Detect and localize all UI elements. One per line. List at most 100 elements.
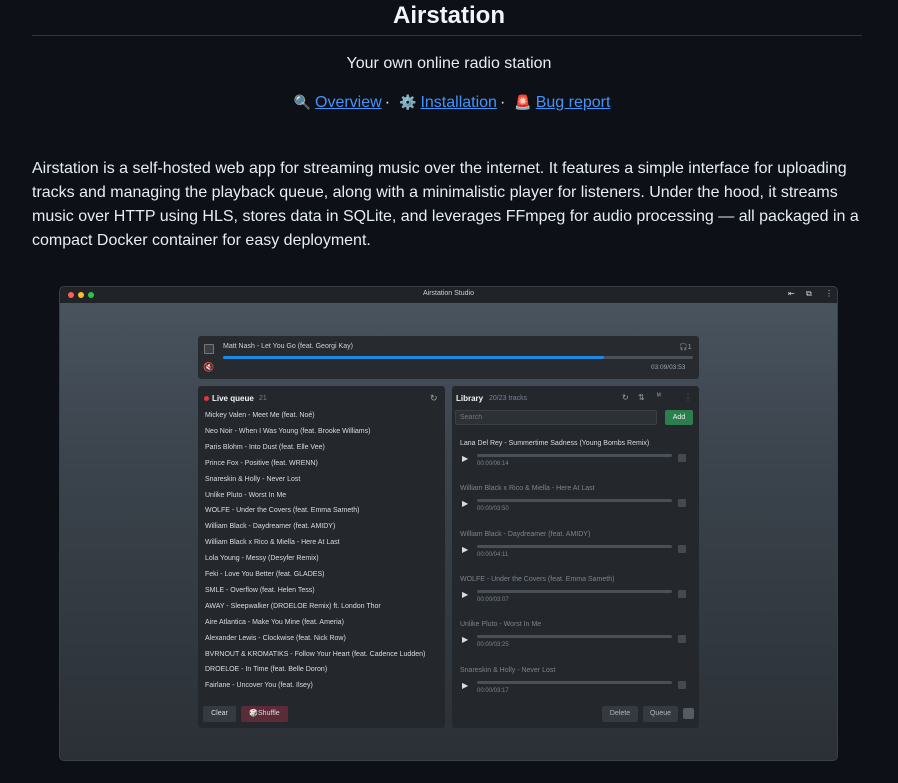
library-track: William Black x Rico & Miella - Here At … (460, 485, 692, 527)
gear-icon: ⚙️ (399, 94, 417, 110)
track-time: 00:00/06:14 (477, 461, 509, 467)
track-title: Snareskin & Holly - Never Lost (460, 666, 556, 674)
shuffle-button[interactable]: 🎲Shuffle (241, 706, 288, 722)
library-count: 20/23 tracks (489, 395, 528, 402)
queue-item[interactable]: Feki - Love You Better (feat. GLADES) (205, 571, 324, 578)
track-checkbox[interactable] (678, 589, 686, 598)
queue-item[interactable]: Lola Young - Messy (Desyfer Remix) (205, 555, 319, 562)
queue-item[interactable]: Snareskin & Holly - Never Lost (205, 476, 300, 483)
window-titlebar: Airstation Studio ⇤ ⧉ ⋮ (60, 287, 837, 303)
queue-count: 21 (259, 395, 267, 402)
nav-links: 🔍 Overview · ⚙️ Installation · 🚨 Bug report (0, 94, 898, 112)
track-title: William Black - Daydreamer (feat. AMIDY) (460, 530, 591, 538)
add-button[interactable]: Add (665, 410, 693, 425)
track-checkbox[interactable] (678, 544, 686, 553)
window-title: Airstation Studio (423, 290, 474, 297)
library-track: Snareskin & Holly - Never Lost ▶ 00:00/03:… (460, 667, 692, 709)
refresh-icon[interactable]: ↻ (430, 393, 438, 404)
live-queue-panel: Live queue 21 ↻ Mickey Valen - Meet Me (… (198, 386, 445, 728)
queue-item[interactable]: WOLFE - Under the Covers (feat. Emma Sam… (205, 507, 359, 514)
queue-item[interactable]: Alexander Lewis - Clockwise (feat. Nick … (205, 635, 346, 642)
track-progress-bar[interactable] (477, 680, 672, 684)
playback-time: 03:09/03:53 (651, 364, 686, 371)
play-icon[interactable]: ▶ (462, 681, 468, 690)
library-track: WOLFE - Under the Covers (feat. Emma Sam… (460, 576, 692, 618)
track-progress-bar[interactable] (477, 499, 672, 503)
progress-track[interactable] (223, 356, 693, 359)
track-progress-bar[interactable] (477, 544, 672, 548)
library-panel: Library 20/23 tracks ↻ ⇅ ᴹ ⋮ Add Lana De… (452, 386, 699, 728)
magnifier-icon: 🔍 (293, 94, 311, 110)
play-icon[interactable]: ▶ (462, 499, 468, 508)
bug-report-link[interactable]: Bug report (536, 94, 611, 111)
play-icon[interactable]: ▶ (462, 635, 468, 644)
player-bar: Matt Nash - Let You Go (feat. Georgi Kay… (198, 336, 699, 379)
extension-icon[interactable]: ⧉ (806, 289, 812, 299)
queue-item[interactable]: Prince Fox - Positive (feat. WRENN) (205, 460, 318, 467)
dice-icon: 🎲 (249, 710, 259, 717)
select-all-checkbox[interactable] (683, 708, 694, 719)
queue-item[interactable]: Aire Atlantica - Make You Mine (feat. Am… (205, 619, 344, 626)
separator: · (384, 94, 391, 111)
delete-button[interactable]: Delete (602, 706, 638, 722)
track-title: William Black x Rico & Miella - Here At … (460, 485, 595, 493)
queue-button[interactable]: Queue (643, 706, 678, 722)
queue-item[interactable]: William Black - Daydreamer (feat. AMIDY) (205, 523, 335, 530)
page-subtitle: Your own online radio station (346, 55, 552, 72)
queue-item[interactable]: DROELOE - In Time (feat. Belle Doron) (205, 666, 327, 673)
track-time: 00:00/03:17 (477, 687, 509, 694)
title-divider (32, 35, 862, 36)
track-title: Unlike Pluto - Worst In Me (460, 621, 542, 629)
play-icon[interactable]: ▶ (462, 454, 468, 463)
track-time: 00:00/03:50 (477, 506, 509, 513)
track-checkbox[interactable] (678, 499, 686, 508)
library-title: Library (456, 394, 484, 403)
mute-icon[interactable]: 🔇 (203, 362, 214, 373)
clear-button[interactable]: Clear (203, 706, 236, 722)
queue-item[interactable]: SMLE - Overflow (feat. Helen Tess) (205, 587, 315, 594)
library-track: Lana Del Rey - Summertime Sadness (Young… (460, 440, 692, 482)
sort-icon[interactable]: ⇅ (638, 393, 645, 402)
refresh-icon[interactable]: ↻ (622, 393, 629, 402)
waveform-icon[interactable]: ᴹ (657, 393, 661, 400)
library-track: William Black - Daydreamer (feat. AMIDY)… (460, 531, 692, 573)
stop-icon[interactable] (204, 344, 214, 354)
queue-item[interactable]: BVRNOUT & KROMATIKS - Follow Your Heart … (205, 651, 425, 658)
now-playing-title: Matt Nash - Let You Go (feat. Georgi Kay… (223, 343, 353, 350)
live-indicator-icon (204, 396, 209, 401)
overview-link[interactable]: Overview (315, 94, 382, 111)
queue-item[interactable]: AWAY - Sleepwalker (DROELOE Remix) ft. L… (205, 603, 381, 610)
queue-item[interactable]: Paris Blohm - Into Dust (feat. Elle Vee) (205, 444, 325, 451)
track-checkbox[interactable] (678, 635, 686, 644)
queue-item[interactable]: Neo Noir - When I Was Young (feat. Brook… (205, 428, 370, 435)
more-vertical-icon[interactable]: ⋮ (684, 393, 692, 402)
track-checkbox[interactable] (678, 454, 686, 462)
listener-count: 🎧1 (679, 343, 692, 351)
more-vertical-icon[interactable]: ⋮ (825, 289, 833, 298)
siren-icon: 🚨 (514, 94, 532, 110)
track-time: 00:00/03:25 (477, 642, 509, 649)
studio-screenshot: Airstation Studio ⇤ ⧉ ⋮ Matt Nash - Let … (59, 286, 838, 761)
page-title: Airstation (392, 2, 505, 29)
headphones-icon: 🎧 (679, 344, 688, 351)
queue-item[interactable]: William Black x Rico & Miella - Here At … (205, 539, 340, 546)
play-icon[interactable]: ▶ (462, 545, 468, 554)
live-queue-title: Live queue (212, 394, 254, 403)
search-input[interactable] (455, 410, 657, 425)
track-progress-bar[interactable] (477, 589, 672, 593)
track-time: 00:00/04:11 (477, 551, 509, 558)
back-icon[interactable]: ⇤ (788, 289, 795, 298)
track-progress-bar[interactable] (477, 635, 672, 639)
track-title: WOLFE - Under the Covers (feat. Emma Sam… (460, 575, 615, 583)
shuffle-label: Shuffle (258, 710, 280, 717)
track-progress-bar[interactable] (477, 454, 672, 457)
track-title: Lana Del Rey - Summertime Sadness (Young… (460, 440, 650, 447)
queue-item[interactable]: Unlike Pluto - Worst In Me (205, 492, 286, 499)
separator: · (499, 94, 506, 111)
queue-item[interactable]: Mickey Valen - Meet Me (feat. Noé) (205, 412, 315, 419)
installation-link[interactable]: Installation (420, 94, 497, 111)
description: Airstation is a self-hosted web app for … (32, 160, 859, 249)
queue-item[interactable]: Fairlane - Uncover You (feat. Ilsey) (205, 682, 313, 689)
track-checkbox[interactable] (678, 680, 686, 689)
play-icon[interactable]: ▶ (462, 590, 468, 599)
